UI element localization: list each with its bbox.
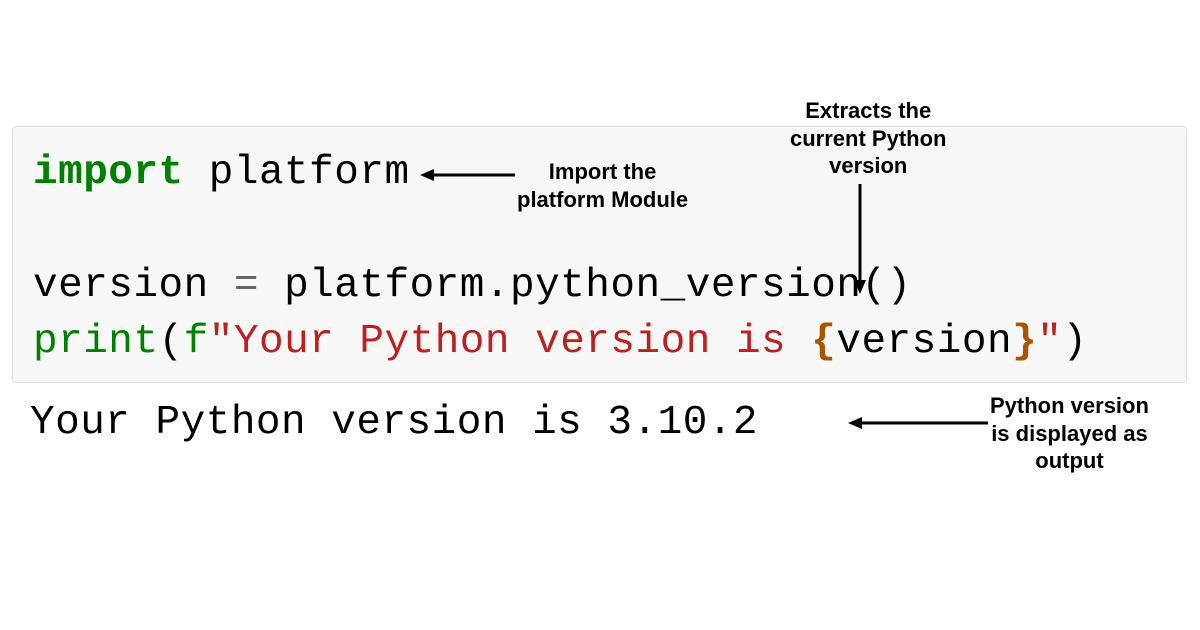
module-name: platform <box>209 150 410 196</box>
code-line-2: version = platform.python_version() <box>33 258 1166 315</box>
string-open-quote: " <box>209 319 234 365</box>
close-paren: ) <box>1062 319 1087 365</box>
arrow-icon <box>848 413 993 433</box>
method-call: platform.python_version() <box>284 263 912 309</box>
annotation-output: Python versionis displayed asoutput <box>990 392 1149 475</box>
string-close-quote: " <box>1037 319 1062 365</box>
annotation-extract: Extracts thecurrent Pythonversion <box>790 97 946 180</box>
arrow-icon <box>420 165 520 185</box>
variable-name: version <box>33 263 209 309</box>
open-paren: ( <box>159 319 184 365</box>
string-content: Your Python version is <box>234 319 811 365</box>
output-text: Your Python version is 3.10.2 <box>30 400 758 446</box>
import-keyword: import <box>33 150 184 196</box>
arrow-icon <box>850 184 870 294</box>
fstring-variable: version <box>836 319 1012 365</box>
assignment-operator: = <box>234 263 259 309</box>
print-function: print <box>33 319 159 365</box>
brace-open: { <box>811 319 836 365</box>
fstring-prefix: f <box>184 319 209 365</box>
brace-close: } <box>1012 319 1037 365</box>
code-line-3: print(f"Your Python version is {version}… <box>33 314 1166 371</box>
annotation-import: Import theplatform Module <box>517 158 688 213</box>
